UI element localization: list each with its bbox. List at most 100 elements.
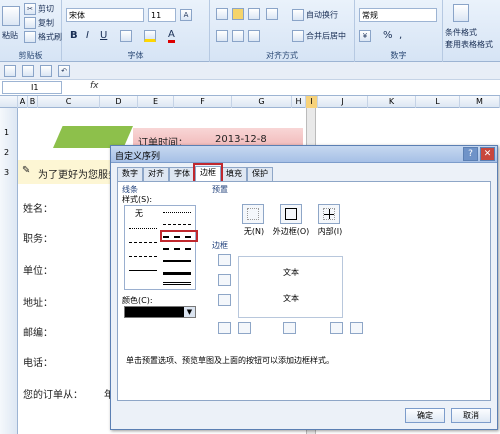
col-header-i[interactable]: I	[306, 96, 318, 108]
col-header-c[interactable]: C	[38, 96, 100, 108]
col-header-g[interactable]: G	[232, 96, 292, 108]
brush-icon	[24, 31, 36, 43]
open-button[interactable]	[22, 65, 36, 77]
grow-font-icon: A	[180, 9, 192, 21]
underline-button[interactable]: U	[100, 30, 107, 41]
preset-outline-label: 外边框(O)	[272, 227, 310, 236]
col-header-e[interactable]: E	[138, 96, 174, 108]
line-style-dash-small[interactable]	[129, 256, 157, 257]
font-label: 字体	[127, 51, 144, 60]
tab-protection[interactable]: 保护	[247, 167, 273, 181]
borders-button[interactable]	[120, 30, 134, 42]
row-header-1[interactable]: 1	[4, 128, 9, 137]
orientation-button[interactable]	[266, 8, 280, 20]
conditional-format-button[interactable]	[453, 4, 471, 22]
formula-bar: I1 fx	[0, 80, 500, 96]
line-style-list[interactable]: 无	[124, 205, 196, 290]
save-button[interactable]	[40, 65, 54, 77]
close-button[interactable]: ✕	[480, 147, 495, 161]
color-dropdown[interactable]: ▼	[124, 306, 196, 318]
line-style-double[interactable]	[163, 282, 191, 285]
preset-outline-button[interactable]	[280, 204, 302, 224]
format-painter-button[interactable]: 格式刷	[24, 31, 62, 43]
col-header-k[interactable]: K	[368, 96, 416, 108]
align-center-button[interactable]	[232, 30, 246, 42]
border-top-button[interactable]	[218, 254, 231, 266]
row-header-2[interactable]: 2	[4, 148, 9, 157]
font-color-button[interactable]: A	[168, 29, 175, 43]
font-name-box[interactable]: 宋体	[66, 8, 144, 22]
tab-font[interactable]: 字体	[169, 167, 195, 181]
ok-button[interactable]: 确定	[405, 408, 445, 423]
percent-button[interactable]: %	[383, 30, 393, 41]
tab-number[interactable]: 数字	[117, 167, 143, 181]
line-style-dashed-1[interactable]	[163, 224, 191, 225]
border-center-button[interactable]	[283, 322, 296, 334]
paste-button[interactable]	[2, 6, 22, 26]
font-size-box[interactable]: 11	[148, 8, 176, 22]
align-right-button[interactable]	[248, 30, 262, 42]
row-header-3[interactable]: 3	[4, 168, 9, 177]
line-style-thin[interactable]	[129, 270, 157, 271]
preset-none-button[interactable]	[242, 204, 264, 224]
align-left-button[interactable]	[216, 30, 230, 42]
line-style-thick[interactable]	[163, 272, 191, 275]
line-style-medium[interactable]	[163, 260, 191, 262]
grow-font-button[interactable]: A	[180, 9, 194, 21]
preview-text-2: 文本	[283, 294, 299, 303]
border-left-button[interactable]	[238, 322, 251, 334]
currency-button[interactable]: ¥	[359, 30, 373, 42]
wrap-text-button[interactable]: 自动换行	[292, 9, 338, 21]
fill-color-button[interactable]	[144, 30, 158, 42]
name-box[interactable]: I1	[2, 81, 62, 94]
cut-button[interactable]: ✂ 剪切	[24, 3, 54, 15]
clipboard-label: 剪贴板	[18, 51, 43, 60]
line-style-dash-dot-dot[interactable]	[129, 242, 157, 243]
select-all[interactable]	[0, 96, 18, 108]
align-top-icon	[216, 8, 228, 20]
bold-button[interactable]: B	[70, 30, 78, 41]
fx-icon[interactable]: fx	[90, 81, 99, 91]
line-style-hair[interactable]	[129, 228, 157, 229]
format-cells-dialog: 自定义序列 ? ✕ 数字 对齐 字体 边框 填充 保护 线条 样式(S): 无	[110, 145, 498, 430]
border-diag-down-button[interactable]	[350, 322, 363, 334]
border-right-button[interactable]	[330, 322, 343, 334]
align-bottom-button[interactable]	[248, 8, 262, 20]
dialog-titlebar[interactable]: 自定义序列 ? ✕	[111, 146, 497, 163]
col-header-a[interactable]: A	[18, 96, 28, 108]
align-top-button[interactable]	[216, 8, 230, 20]
merge-center-button[interactable]: 合并后居中	[292, 30, 346, 42]
border-middle-button[interactable]	[218, 274, 231, 286]
color-label: 颜色(C):	[122, 296, 153, 305]
comma-button[interactable]: ,	[399, 30, 402, 41]
tab-fill[interactable]: 填充	[221, 167, 247, 181]
border-section-label: 边框	[212, 241, 228, 250]
copy-icon	[24, 17, 36, 29]
border-preview[interactable]: 文本 文本	[238, 256, 343, 318]
help-button[interactable]: ?	[463, 147, 478, 161]
undo-button[interactable]: ↶	[58, 65, 72, 77]
border-diag-up-button[interactable]	[218, 322, 231, 334]
col-header-f[interactable]: F	[174, 96, 232, 108]
col-header-j[interactable]: J	[318, 96, 368, 108]
new-doc-button[interactable]	[4, 65, 18, 77]
number-format-box[interactable]: 常规	[359, 8, 437, 22]
line-style-dotted-1[interactable]	[163, 212, 191, 213]
col-header-l[interactable]: L	[416, 96, 460, 108]
col-header-b[interactable]: B	[28, 96, 38, 108]
tab-alignment[interactable]: 对齐	[143, 167, 169, 181]
preset-inside-icon	[323, 208, 335, 220]
col-header-h[interactable]: H	[292, 96, 306, 108]
align-middle-button[interactable]	[232, 8, 246, 20]
preset-none-icon	[247, 208, 259, 220]
line-style-none[interactable]: 无	[135, 208, 143, 219]
italic-button[interactable]: I	[86, 30, 89, 41]
cancel-button[interactable]: 取消	[451, 408, 491, 423]
copy-button[interactable]: 复制	[24, 17, 54, 29]
line-style-dashed-2[interactable]	[163, 248, 191, 250]
border-bottom-button[interactable]	[218, 294, 231, 306]
col-header-d[interactable]: D	[100, 96, 138, 108]
preview-text-1: 文本	[283, 268, 299, 277]
col-header-m[interactable]: M	[460, 96, 500, 108]
preset-inside-button[interactable]	[318, 204, 340, 224]
